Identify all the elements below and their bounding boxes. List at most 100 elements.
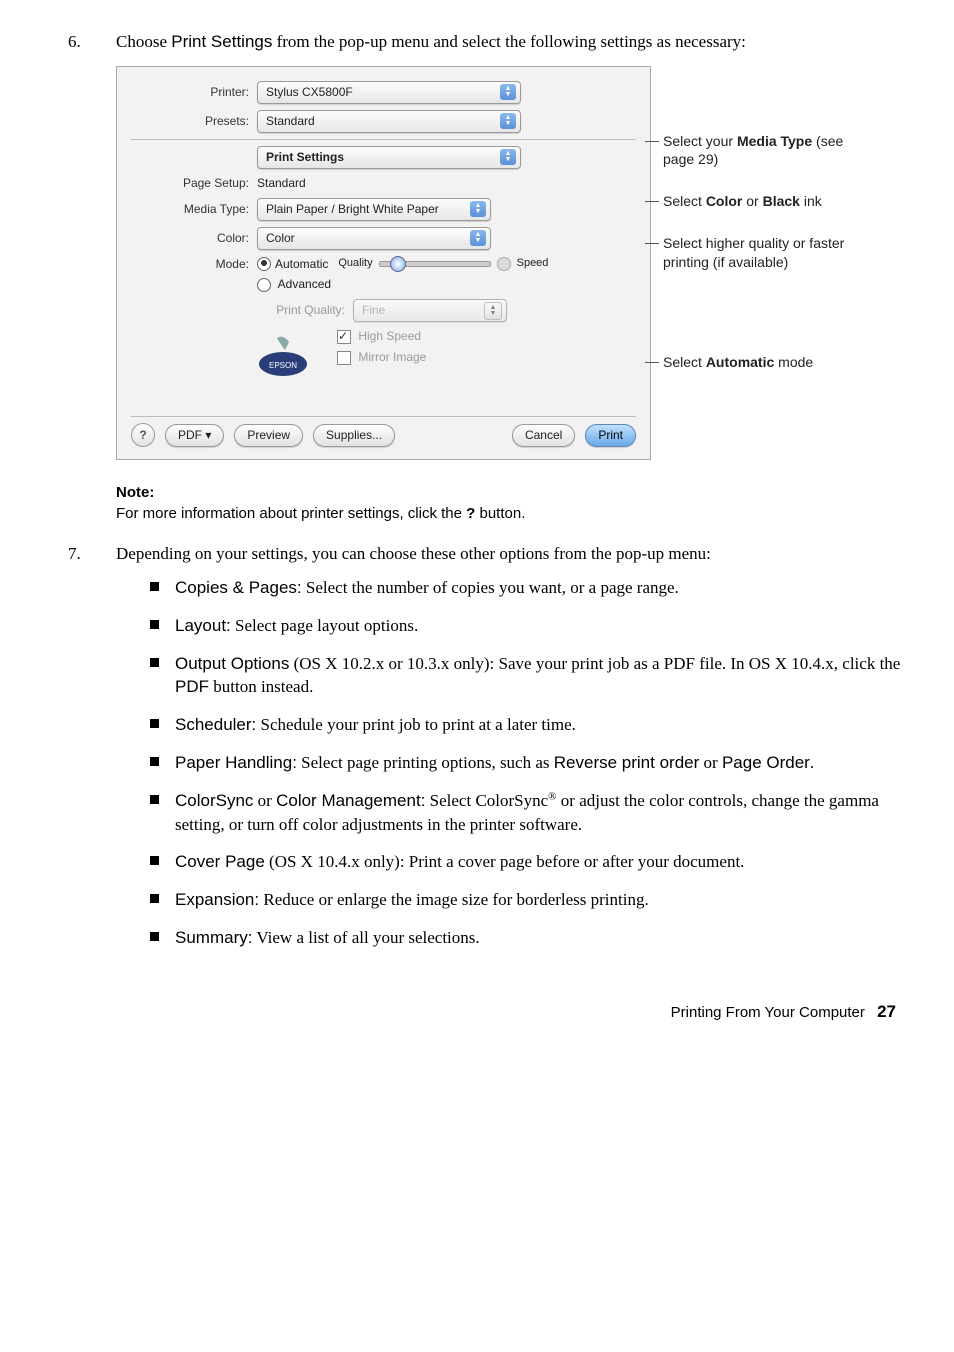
li-bold: Output Options bbox=[175, 654, 289, 673]
step-6: 6. Choose Print Settings from the pop-up… bbox=[50, 30, 904, 54]
section-select[interactable]: Print Settings ▲▼ bbox=[257, 146, 521, 169]
li-text: (OS X 10.2.x or 10.3.x only): Save your … bbox=[289, 654, 900, 673]
checkbox-icon bbox=[337, 330, 351, 344]
co-bold: Automatic bbox=[706, 354, 774, 370]
presets-row: Presets: Standard ▲▼ bbox=[131, 110, 636, 133]
section-row: Print Settings ▲▼ bbox=[131, 146, 636, 169]
print-quality-row: Print Quality: Fine ▲▼ bbox=[257, 299, 636, 322]
list-item: Summary: View a list of all your selecti… bbox=[150, 926, 904, 950]
square-bullet-icon bbox=[150, 932, 159, 941]
pq-label: Print Quality: bbox=[257, 302, 353, 319]
note-body: For more information about printer setti… bbox=[116, 503, 904, 524]
pagesetup-row: Page Setup: Standard bbox=[131, 175, 636, 192]
li-text: Select page printing options, such as bbox=[297, 753, 554, 772]
radio-icon bbox=[257, 278, 271, 292]
slider-thumb[interactable] bbox=[390, 256, 406, 272]
co-bold: Color bbox=[706, 193, 743, 209]
svg-text:EPSON: EPSON bbox=[269, 361, 297, 370]
mirror-label: Mirror Image bbox=[358, 350, 426, 364]
divider bbox=[131, 416, 636, 417]
mediatype-select[interactable]: Plain Paper / Bright White Paper ▲▼ bbox=[257, 198, 491, 221]
footer-text: Printing From Your Computer bbox=[671, 1004, 865, 1021]
co-text: Select your bbox=[663, 133, 737, 149]
square-bullet-icon bbox=[150, 658, 159, 667]
list-item: Layout: Select page layout options. bbox=[150, 614, 904, 638]
square-bullet-icon bbox=[150, 582, 159, 591]
updown-icon: ▲▼ bbox=[470, 201, 486, 217]
mode-adv-wrap[interactable]: Advanced bbox=[257, 276, 636, 293]
step-6-number: 6. bbox=[50, 30, 116, 54]
list-item: Output Options (OS X 10.2.x or 10.3.x on… bbox=[150, 652, 904, 700]
checkbox-icon bbox=[337, 351, 351, 365]
color-select[interactable]: Color ▲▼ bbox=[257, 227, 491, 250]
co-text: ink bbox=[800, 193, 822, 209]
step6-bold: Print Settings bbox=[171, 32, 272, 51]
co-text: mode bbox=[774, 354, 813, 370]
li-bold: ColorSync bbox=[175, 791, 253, 810]
step-7: 7. Depending on your settings, you can c… bbox=[50, 542, 904, 964]
li-bold: Expansion: bbox=[175, 890, 259, 909]
square-bullet-icon bbox=[150, 719, 159, 728]
pdf-button[interactable]: PDF ▾ bbox=[165, 424, 224, 447]
pq-value: Fine bbox=[362, 302, 385, 319]
co-text: Select bbox=[663, 354, 706, 370]
options-row: EPSON High Speed Mirror Image bbox=[257, 328, 636, 378]
list-item: Cover Page (OS X 10.4.x only): Print a c… bbox=[150, 850, 904, 874]
li-text: . bbox=[810, 753, 814, 772]
li-bold: PDF bbox=[175, 677, 209, 696]
mediatype-row: Media Type: Plain Paper / Bright White P… bbox=[131, 198, 636, 221]
quality-speed-slider[interactable]: Quality Speed bbox=[338, 256, 548, 271]
printer-select[interactable]: Stylus CX5800F ▲▼ bbox=[257, 81, 521, 104]
li-text: Select ColorSync bbox=[425, 791, 548, 810]
step-7-number: 7. bbox=[50, 542, 116, 964]
li-bold: Layout: bbox=[175, 616, 231, 635]
co-text: Select bbox=[663, 193, 706, 209]
list-item: Paper Handling: Select page printing opt… bbox=[150, 751, 904, 775]
callout-color: Select Color or Black ink bbox=[663, 192, 858, 210]
li-text: View a list of all your selections. bbox=[252, 928, 479, 947]
callout-line bbox=[645, 243, 659, 244]
checkbox-col: High Speed Mirror Image bbox=[337, 328, 426, 366]
speed-word: Speed bbox=[517, 256, 549, 271]
step6-before: Choose bbox=[116, 32, 171, 51]
co-text: or bbox=[742, 193, 762, 209]
square-bullet-icon bbox=[150, 894, 159, 903]
step-6-body: Choose Print Settings from the pop-up me… bbox=[116, 30, 904, 54]
presets-select[interactable]: Standard ▲▼ bbox=[257, 110, 521, 133]
mode-auto-wrap[interactable]: Automatic Quality Speed bbox=[257, 256, 636, 273]
highspeed-wrap: High Speed bbox=[337, 328, 426, 345]
dialog-and-callouts: Printer: Stylus CX5800F ▲▼ Presets: Stan… bbox=[116, 66, 904, 460]
li-bold: Reverse print order bbox=[554, 753, 700, 772]
note-q: ? bbox=[466, 505, 475, 522]
square-bullet-icon bbox=[150, 795, 159, 804]
li-text: button instead. bbox=[209, 677, 313, 696]
step-7-body: Depending on your settings, you can choo… bbox=[116, 542, 904, 964]
divider bbox=[131, 139, 636, 140]
presets-label: Presets: bbox=[131, 113, 257, 130]
cancel-button[interactable]: Cancel bbox=[512, 424, 575, 447]
color-row: Color: Color ▲▼ bbox=[131, 227, 636, 250]
step6-after: from the pop-up menu and select the foll… bbox=[272, 32, 746, 51]
page-number: 27 bbox=[877, 1002, 896, 1021]
li-text: Select page layout options. bbox=[231, 616, 418, 635]
help-button[interactable]: ? bbox=[131, 423, 155, 447]
li-sup: ® bbox=[548, 790, 556, 802]
callout-media-type: Select your Media Type (see page 29) bbox=[663, 132, 858, 168]
mode-label: Mode: bbox=[131, 256, 257, 273]
dialog-footer: ? PDF ▾ Preview Supplies... Cancel Print bbox=[131, 423, 636, 447]
preview-button[interactable]: Preview bbox=[234, 424, 303, 447]
print-dialog: Printer: Stylus CX5800F ▲▼ Presets: Stan… bbox=[116, 66, 651, 460]
note-text: For more information about printer setti… bbox=[116, 505, 466, 522]
page-footer: Printing From Your Computer 27 bbox=[50, 1000, 904, 1024]
updown-icon: ▲▼ bbox=[500, 113, 516, 129]
mediatype-value: Plain Paper / Bright White Paper bbox=[266, 201, 439, 218]
note-title: Note: bbox=[116, 482, 904, 503]
square-bullet-icon bbox=[150, 856, 159, 865]
updown-icon: ▲▼ bbox=[500, 84, 516, 100]
li-text: or bbox=[253, 791, 276, 810]
callout-quality: Select higher quality or faster printing… bbox=[663, 234, 858, 270]
supplies-button[interactable]: Supplies... bbox=[313, 424, 395, 447]
presets-value: Standard bbox=[266, 113, 315, 130]
epson-logo: EPSON bbox=[257, 334, 309, 378]
print-button[interactable]: Print bbox=[585, 424, 636, 447]
